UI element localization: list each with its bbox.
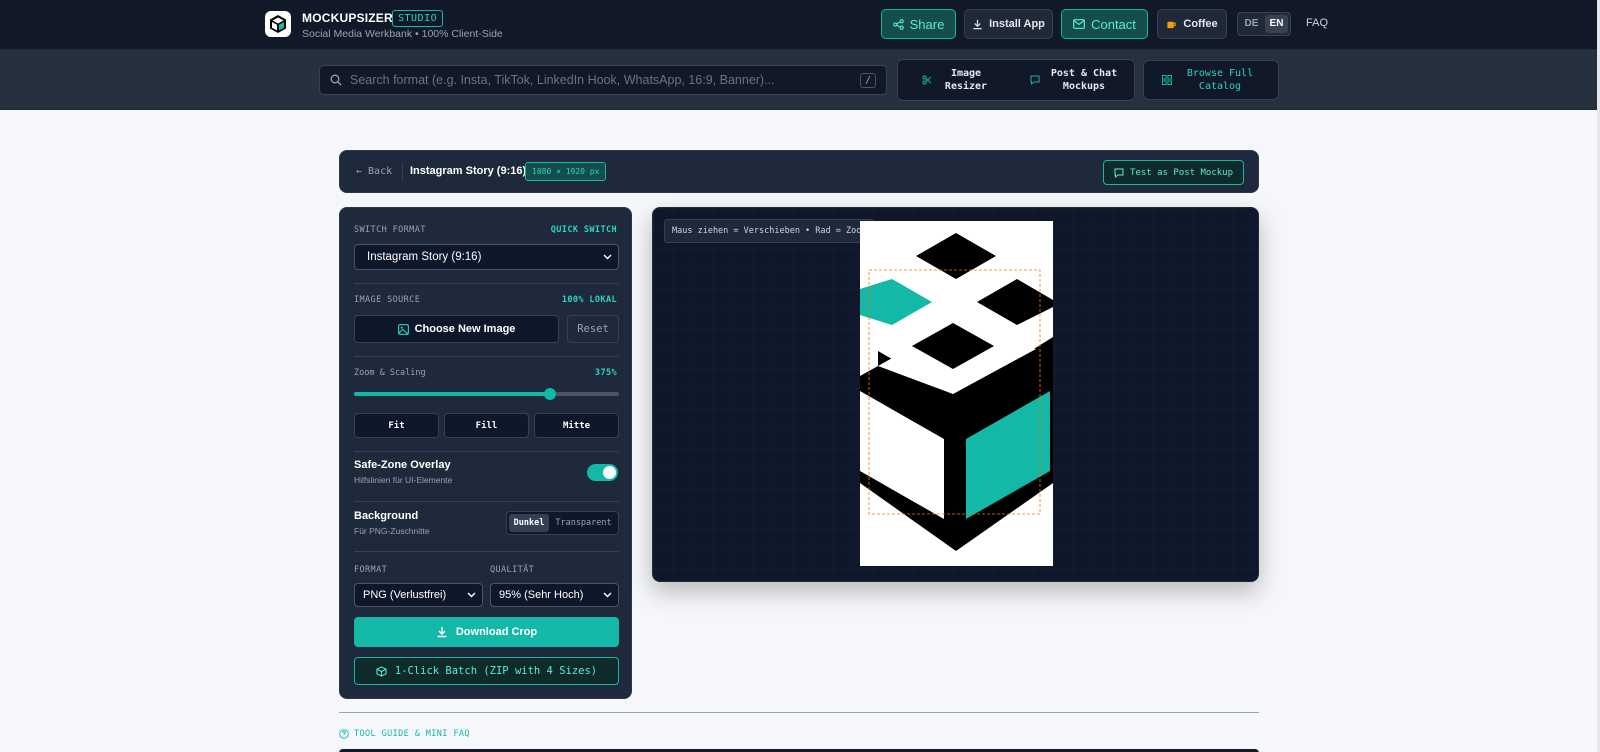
safezone-toggle[interactable] [587,464,618,481]
lang-de[interactable]: DE [1240,15,1263,33]
section-divider [339,712,1259,713]
chevron-down-icon [603,254,612,260]
image-resizer-link[interactable]: Image Resizer [898,60,1016,100]
brand-name[interactable]: MOCKUPSIZER [302,11,393,25]
chevron-down-icon [603,592,612,598]
chat-icon [1030,75,1040,85]
image-icon [397,323,409,335]
interaction-hint: Maus ziehen = Verschieben • Rad = Zoom [664,219,875,243]
dimensions-badge: 1080 × 1920 px [525,162,607,181]
output-format-value: PNG (Verlustfrei) [363,589,447,601]
choose-image-button[interactable]: Choose New Image [354,315,559,343]
divider [354,451,619,452]
lang-en[interactable]: EN [1265,15,1288,33]
choose-image-label: Choose New Image [414,323,516,335]
divider [354,356,619,357]
divider [354,283,619,284]
test-post-mockup-button[interactable]: Test as Post Mockup [1103,160,1244,185]
download-icon [436,626,448,638]
crop-canvas[interactable] [860,221,1053,566]
download-crop-button[interactable]: Download Crop [354,617,619,647]
browse-catalog-label: Browse Full Catalog [1186,68,1254,92]
coffee-icon [1166,19,1177,30]
background-subtitle: Für PNG-Zuschnitte [354,526,430,536]
chevron-down-icon [467,592,476,598]
zoom-value: 375% [594,368,617,378]
batch-zip-label: 1-Click Batch (ZIP with 4 Sizes) [394,665,598,677]
image-resizer-label: Image Resizer [944,68,988,92]
quality-label: QUALITÄT [490,565,535,575]
help-circle-icon [339,729,349,739]
divider [354,551,619,552]
bg-dark-option[interactable]: Dunkel [509,514,549,532]
quick-switch-label: QUICK SWITCH [550,225,617,235]
format-select[interactable]: Instagram Story (9:16) [354,244,619,270]
tagline: Social Media Werkbank • 100% Client-Side [302,28,503,40]
zoom-slider-thumb[interactable] [544,388,557,400]
download-icon [972,19,983,30]
share-button[interactable]: Share [881,9,956,39]
tool-guide-heading[interactable]: TOOL GUIDE & MINI FAQ [339,729,470,739]
install-app-label: Install App [989,18,1045,30]
local-badge: 100% LOKAL [561,295,617,305]
coffee-button[interactable]: Coffee [1157,9,1227,39]
post-chat-mockups-link[interactable]: Post & Chat Mockups [1016,60,1134,100]
format-select-value: Instagram Story (9:16) [367,251,482,263]
divider [402,163,403,181]
quality-select[interactable]: 95% (Sehr Hoch) [490,583,619,607]
install-app-button[interactable]: Install App [964,9,1053,39]
search-icon [330,74,342,86]
zoom-slider[interactable] [354,388,619,400]
switch-format-label: SWITCH FORMAT [354,225,426,235]
chat-icon [1114,168,1124,178]
test-post-mockup-label: Test as Post Mockup [1130,167,1233,178]
share-icon [892,18,904,30]
output-format-select[interactable]: PNG (Verlustfrei) [354,583,483,607]
cube-logo-image [860,233,1053,551]
tool-nav-group: Image Resizer Post & Chat Mockups [897,59,1135,101]
quality-value: 95% (Sehr Hoch) [499,589,584,601]
scissors-icon [922,75,932,85]
divider [354,501,619,502]
mail-icon [1073,19,1085,29]
browse-catalog-button[interactable]: Browse Full Catalog [1143,60,1279,100]
safezone-title: Safe-Zone Overlay [354,459,451,471]
language-switch: DE EN [1237,12,1291,36]
download-crop-label: Download Crop [455,626,538,638]
contact-label: Contact [1091,16,1136,32]
batch-zip-button[interactable]: 1-Click Batch (ZIP with 4 Sizes) [354,657,619,685]
faq-link[interactable]: FAQ [1306,17,1328,29]
crop-preview-area[interactable]: Maus ziehen = Verschieben • Rad = Zoom [652,207,1259,582]
settings-panel: SWITCH FORMAT QUICK SWITCH Instagram Sto… [339,207,632,699]
format-label: FORMAT [354,565,388,575]
back-button[interactable]: ← Back [356,166,392,177]
background-title: Background [354,510,419,522]
editor-header: ← Back Instagram Story (9:16) 1080 × 192… [339,150,1259,193]
background-toggle: Dunkel Transparent [506,511,619,535]
grid-icon [1162,75,1172,85]
tool-guide-label: TOOL GUIDE & MINI FAQ [354,729,470,739]
search-bar[interactable]: / [319,65,887,95]
bg-transparent-option[interactable]: Transparent [551,514,616,532]
center-button[interactable]: Mitte [534,413,619,438]
safezone-subtitle: Hilfslinien für UI-Elemente [354,475,453,485]
fill-button[interactable]: Fill [444,413,529,438]
logo-icon[interactable] [265,11,291,37]
coffee-label: Coffee [1183,18,1218,30]
search-shortcut-hint: / [859,72,876,88]
share-label: Share [909,16,945,32]
top-bar: MOCKUPSIZER STUDIO Social Media Werkbank… [0,0,1600,50]
format-title: Instagram Story (9:16) [410,165,527,177]
post-chat-label: Post & Chat Mockups [1050,68,1118,92]
contact-button[interactable]: Contact [1061,9,1148,39]
search-input[interactable] [350,73,852,87]
fit-button[interactable]: Fit [354,413,439,438]
zoom-slider-fill [354,392,551,396]
image-source-label: IMAGE SOURCE [354,295,421,305]
package-icon [376,665,387,677]
zoom-label: Zoom & Scaling [354,368,426,378]
studio-badge: STUDIO [392,10,444,27]
reset-button[interactable]: Reset [567,315,619,343]
